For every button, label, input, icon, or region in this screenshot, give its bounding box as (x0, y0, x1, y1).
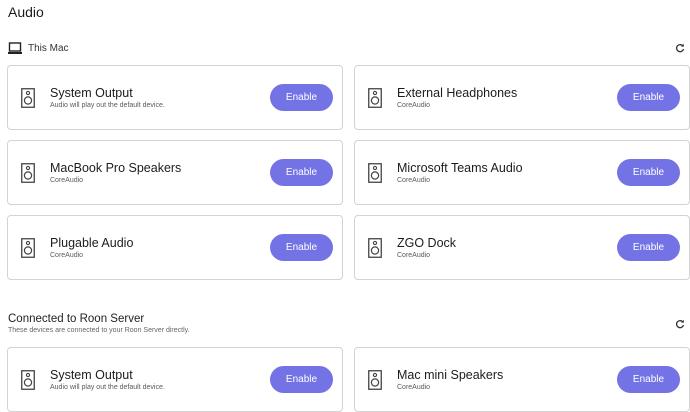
enable-button[interactable]: Enable (617, 234, 680, 261)
speaker-icon (21, 238, 35, 258)
this-mac-label: This Mac (28, 42, 69, 54)
device-name: Mac mini Speakers (397, 368, 504, 382)
page-title: Audio (8, 4, 44, 20)
device-name: System Output (50, 86, 133, 100)
enable-button[interactable]: Enable (270, 366, 333, 393)
connected-section-subtitle: These devices are connected to your Roon… (8, 327, 190, 334)
device-name: Plugable Audio (50, 236, 134, 250)
device-name: ZGO Dock (397, 236, 457, 250)
enable-button[interactable]: Enable (270, 159, 333, 186)
device-card-plugable-audio: Plugable Audio CoreAudio Enable (7, 215, 343, 280)
device-description: CoreAudio (397, 252, 431, 259)
enable-button[interactable]: Enable (617, 84, 680, 111)
device-name: System Output (50, 368, 133, 382)
connected-section-title: Connected to Roon Server (8, 313, 145, 325)
speaker-icon (368, 88, 382, 108)
connected-refresh-icon[interactable] (674, 318, 686, 330)
device-description: CoreAudio (397, 384, 431, 391)
enable-button[interactable]: Enable (270, 84, 333, 111)
this-mac-header: This Mac (8, 40, 69, 56)
device-description: CoreAudio (50, 252, 84, 259)
device-description: CoreAudio (397, 177, 431, 184)
device-card-external-headphones: External Headphones CoreAudio Enable (354, 65, 690, 130)
device-description: CoreAudio (397, 102, 431, 109)
device-card-system-output: System Output Audio will play out the de… (7, 65, 343, 130)
enable-button[interactable]: Enable (617, 159, 680, 186)
speaker-icon (368, 163, 382, 183)
device-name: External Headphones (397, 86, 518, 100)
speaker-icon (368, 238, 382, 258)
enable-button[interactable]: Enable (617, 366, 680, 393)
device-name: Microsoft Teams Audio (397, 161, 523, 175)
device-card-macbook-pro-speakers: MacBook Pro Speakers CoreAudio Enable (7, 140, 343, 205)
speaker-icon (368, 370, 382, 390)
laptop-icon (8, 41, 22, 54)
device-description: Audio will play out the default device. (50, 102, 165, 109)
speaker-icon (21, 88, 35, 108)
enable-button[interactable]: Enable (270, 234, 333, 261)
device-description: CoreAudio (50, 177, 84, 184)
device-card-microsoft-teams-audio: Microsoft Teams Audio CoreAudio Enable (354, 140, 690, 205)
device-card-zgo-dock: ZGO Dock CoreAudio Enable (354, 215, 690, 280)
speaker-icon (21, 163, 35, 183)
speaker-icon (21, 370, 35, 390)
device-card-system-output-server: System Output Audio will play out the de… (7, 347, 343, 412)
device-description: Audio will play out the default device. (50, 384, 165, 391)
device-card-mac-mini-speakers: Mac mini Speakers CoreAudio Enable (354, 347, 690, 412)
device-name: MacBook Pro Speakers (50, 161, 182, 175)
this-mac-refresh-icon[interactable] (674, 42, 686, 54)
